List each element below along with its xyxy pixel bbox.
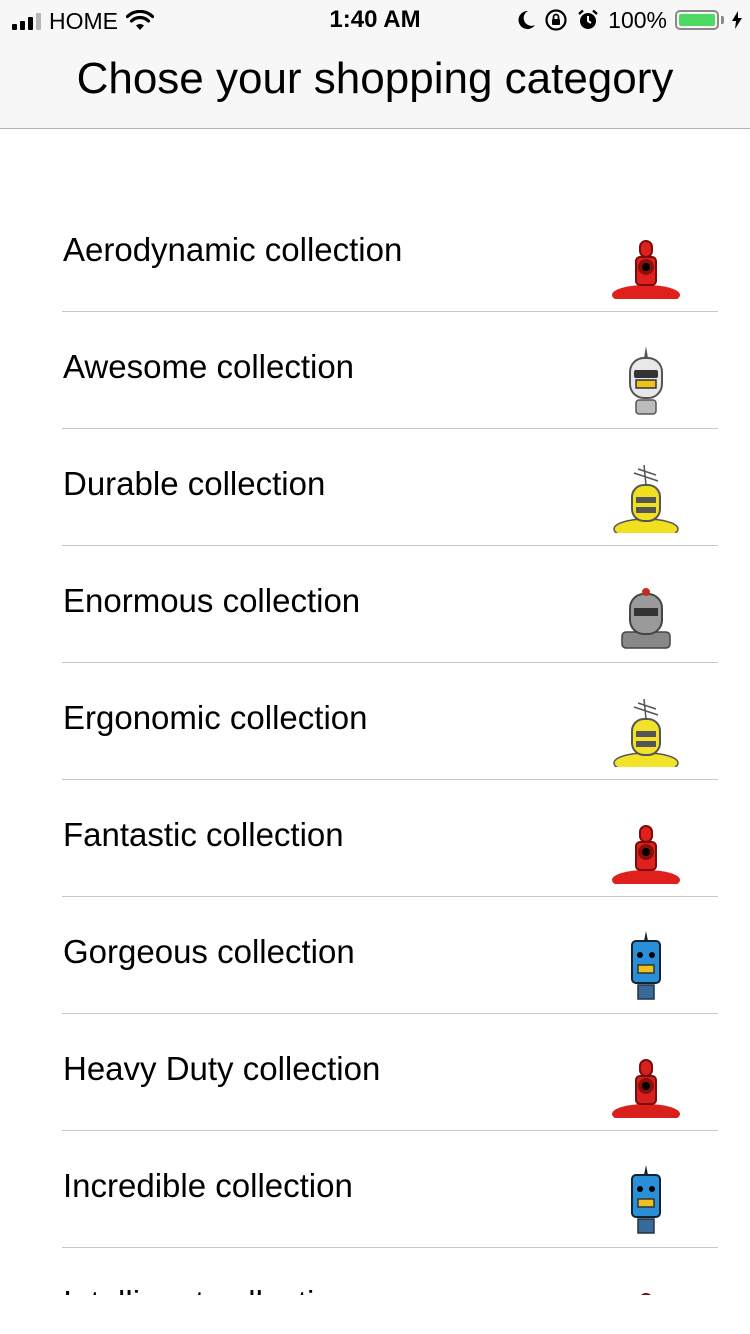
category-row[interactable]: Fantastic collection [62, 780, 718, 897]
battery-tip [721, 16, 724, 24]
category-label: Intelligent collection [63, 1284, 351, 1295]
red-robot-icon [608, 227, 684, 299]
category-label: Ergonomic collection [63, 699, 368, 736]
battery-icon [675, 10, 719, 30]
category-row[interactable]: Heavy Duty collection [62, 1014, 718, 1131]
blue-robot-icon [608, 1163, 684, 1235]
charging-bolt-icon [732, 11, 742, 29]
red-robot-icon [608, 1280, 684, 1295]
category-row[interactable]: Intelligent collection [62, 1248, 718, 1295]
page-title: Chose your shopping category [76, 54, 674, 103]
category-label: Awesome collection [63, 348, 355, 385]
blue-robot-icon [608, 929, 684, 1001]
gray-robot-icon [608, 578, 684, 650]
category-row[interactable]: Awesome collection [62, 312, 718, 429]
category-label: Durable collection [63, 465, 326, 502]
yellow-robot-icon [608, 461, 684, 533]
navigation-bar: Chose your shopping category [0, 40, 750, 129]
orientation-lock-icon [545, 9, 567, 31]
category-row[interactable]: Aerodynamic collection [62, 195, 718, 312]
category-row[interactable]: Ergonomic collection [62, 663, 718, 780]
moon-icon [518, 10, 536, 29]
category-label: Gorgeous collection [63, 933, 355, 970]
category-row[interactable]: Incredible collection [62, 1131, 718, 1248]
status-bar: HOME 1:40 AM 100% [0, 0, 750, 40]
category-row[interactable]: Durable collection [62, 429, 718, 546]
category-label: Incredible collection [63, 1167, 353, 1204]
alarm-icon [578, 9, 598, 29]
category-label: Enormous collection [63, 582, 361, 619]
yellow-robot-icon [608, 695, 684, 767]
category-row[interactable]: Enormous collection [62, 546, 718, 663]
category-label: Heavy Duty collection [63, 1050, 381, 1087]
red-robot-icon [608, 812, 684, 884]
category-label: Aerodynamic collection [63, 231, 403, 268]
status-right: 100% [516, 6, 742, 34]
category-row[interactable]: Gorgeous collection [62, 897, 718, 1014]
category-label: Fantastic collection [63, 816, 344, 853]
battery-percent: 100% [608, 6, 667, 33]
category-list[interactable]: Aerodynamic collection Awesome collection… [0, 195, 750, 1295]
white-robot-icon [608, 344, 684, 416]
red-robot-icon [608, 1046, 684, 1118]
